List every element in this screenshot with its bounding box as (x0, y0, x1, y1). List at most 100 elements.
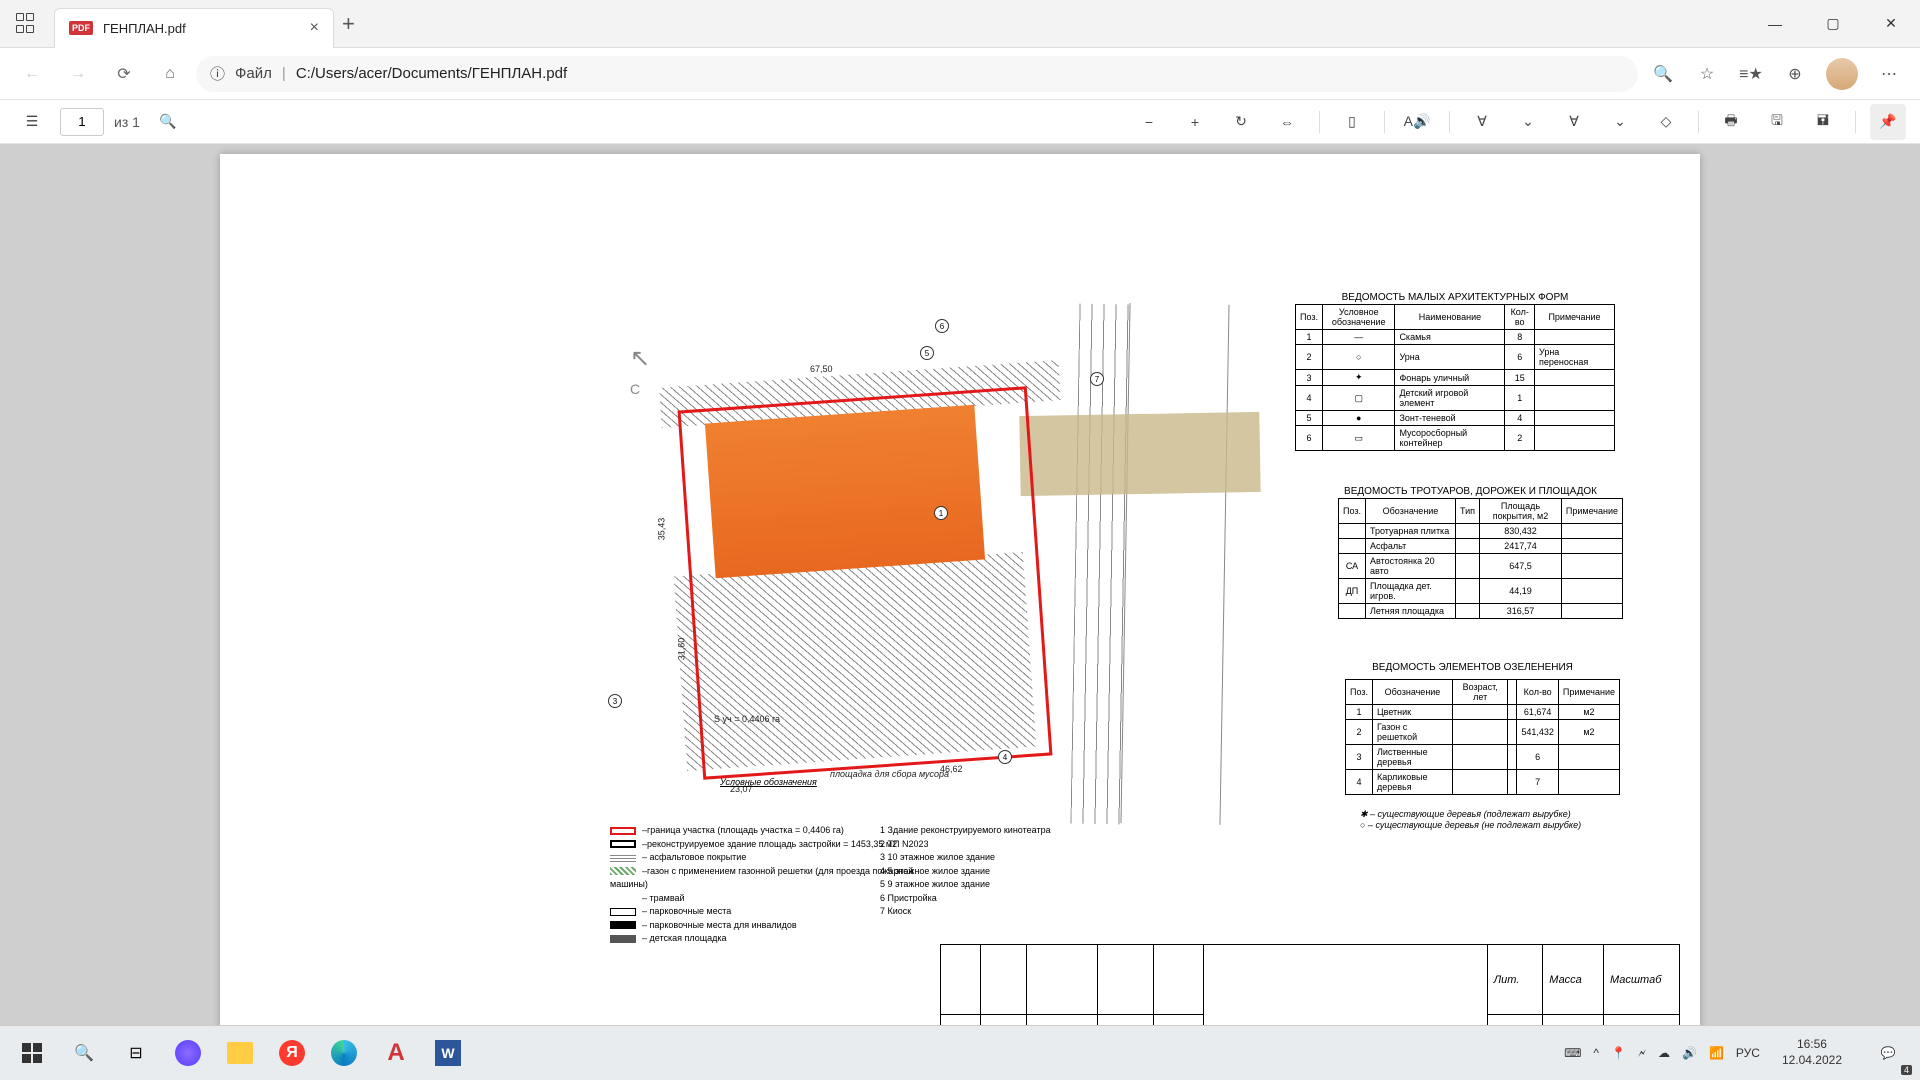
table3-title: ВЕДОМОСТЬ ЭЛЕМЕНТОВ ОЗЕЛЕНЕНИЯ (1345, 662, 1600, 673)
legend-title: Условные обозначения (720, 777, 817, 787)
volume-icon[interactable]: 🔊 (1682, 1046, 1697, 1060)
tray-chevron-icon[interactable]: ^ (1593, 1046, 1599, 1060)
task-view-button[interactable]: ⊟ (112, 1029, 160, 1077)
fit-icon[interactable]: ⇔ (1269, 104, 1305, 140)
pdf-toolbar: ☰ из 1 🔍 − + ↻ ⇔ ▯ A🔊 ∀ ⌄ ∀ ⌄ ◇ 🖶 🖫 🖬 📌 (0, 100, 1920, 144)
contents-icon[interactable]: ☰ (14, 104, 50, 140)
new-tab-button[interactable]: + (342, 11, 355, 37)
start-button[interactable] (8, 1029, 56, 1077)
highlight-icon[interactable]: ∀ (1464, 104, 1500, 140)
page-view-icon[interactable]: ▯ (1334, 104, 1370, 140)
info-icon: ⓘ (210, 63, 225, 84)
more-icon[interactable]: ⋯ (1870, 55, 1908, 93)
legend-item: 4 5 этажное жилое здание (880, 865, 1100, 879)
close-window-button[interactable]: ✕ (1862, 0, 1920, 48)
paving-hatch (1019, 412, 1260, 496)
home-button[interactable]: ⌂ (150, 54, 190, 94)
legend-item: 5 9 этажное жилое здание (880, 878, 1100, 892)
search-icon[interactable]: 🔍 (150, 104, 186, 140)
tab-title: ГЕНПЛАН.pdf (103, 21, 300, 36)
label-6: 6 (935, 319, 949, 333)
waste-label: площадка для сбора мусора (830, 769, 949, 779)
pdf-icon: PDF (69, 21, 93, 35)
chevron-down-icon[interactable]: ⌄ (1510, 104, 1546, 140)
wifi-icon[interactable]: 📶 (1709, 1046, 1724, 1060)
search-button[interactable]: 🔍 (60, 1029, 108, 1077)
pin-icon[interactable]: 📌 (1870, 104, 1906, 140)
legend-item: 2 ТП N2023 (880, 838, 1100, 852)
notifications-button[interactable]: 💬4 (1864, 1029, 1912, 1077)
location-icon[interactable]: 📍 (1611, 1046, 1626, 1060)
assistant-icon[interactable] (164, 1029, 212, 1077)
favorite-icon[interactable]: ☆ (1688, 55, 1726, 93)
onedrive-icon[interactable]: ☁ (1658, 1046, 1670, 1060)
pdf-viewport[interactable]: ↖С 1 5 7 3 4 6 67,50 35,43 31,60 46,62 2… (0, 144, 1920, 1025)
title-block: Лит. Масса Масштаб Изм. Лист № докум. По… (940, 944, 1680, 1025)
profile-avatar[interactable] (1826, 58, 1858, 90)
label-3: 3 (608, 694, 622, 708)
forward-button[interactable]: → (58, 54, 98, 94)
dim-top: 67,50 (810, 364, 833, 374)
maximize-button[interactable]: ▢ (1804, 0, 1862, 48)
collections-icon[interactable]: ⊕ (1776, 55, 1814, 93)
save-as-icon[interactable]: 🖬 (1805, 104, 1841, 140)
table2: Поз.ОбозначениеТипПлощадь покрытия, м2Пр… (1338, 498, 1623, 619)
zoom-out-icon[interactable]: − (1131, 104, 1167, 140)
legend-item: –реконструируемое здание площадь застрой… (642, 839, 897, 849)
yandex-icon[interactable]: Я (268, 1029, 316, 1077)
legend-item: –граница участка (площадь участка = 0,44… (642, 825, 844, 835)
legend-item: – парковочные места (642, 906, 731, 916)
browser-tab[interactable]: PDF ГЕНПЛАН.pdf × (54, 8, 334, 48)
tab-actions-icon[interactable] (15, 12, 39, 36)
notif-count: 4 (1901, 1065, 1912, 1075)
legend-item: –газон с применением газонной решетки (д… (610, 866, 913, 890)
print-icon[interactable]: 🖶 (1713, 104, 1749, 140)
clock[interactable]: 16:56 12.04.2022 (1772, 1037, 1852, 1068)
rotate-icon[interactable]: ↻ (1223, 104, 1259, 140)
word-icon[interactable]: W (424, 1029, 472, 1077)
clock-date: 12.04.2022 (1782, 1053, 1842, 1069)
chevron-down-icon[interactable]: ⌄ (1602, 104, 1638, 140)
label-7: 7 (1090, 372, 1104, 386)
explorer-icon[interactable] (216, 1029, 264, 1077)
legend-item: – детская площадка (642, 933, 727, 943)
page-input[interactable] (60, 108, 104, 136)
language-indicator[interactable]: РУС (1736, 1046, 1760, 1060)
save-icon[interactable]: 🖫 (1759, 104, 1795, 140)
keyboard-icon[interactable]: ⌨ (1564, 1046, 1581, 1060)
page-total: из 1 (114, 114, 140, 130)
url-input[interactable]: ⓘ Файл | C:/Users/acer/Documents/ГЕНПЛАН… (196, 56, 1638, 92)
pdf-page: ↖С 1 5 7 3 4 6 67,50 35,43 31,60 46,62 2… (220, 154, 1700, 1025)
table2-title: ВЕДОМОСТЬ ТРОТУАРОВ, ДОРОЖЕК И ПЛОЩАДОК (1338, 486, 1603, 497)
zoom-in-icon[interactable]: + (1177, 104, 1213, 140)
minimize-button[interactable]: — (1746, 0, 1804, 48)
footnote-line: ○ – существующие деревья (не подлежат вы… (1360, 820, 1581, 830)
legend-item: 7 Киоск (880, 905, 1100, 919)
back-button[interactable]: ← (12, 54, 52, 94)
draw-icon[interactable]: ∀ (1556, 104, 1592, 140)
clock-time: 16:56 (1782, 1037, 1842, 1053)
table1-title: ВЕДОМОСТЬ МАЛЫХ АРХИТЕКТУРНЫХ ФОРМ (1295, 292, 1615, 303)
building (705, 405, 985, 578)
erase-icon[interactable]: ◇ (1648, 104, 1684, 140)
area-label: S уч = 0,4406 га (714, 714, 780, 724)
footnote-line: ✱ – существующие деревья (подлежат выруб… (1360, 809, 1581, 820)
edge-icon[interactable] (320, 1029, 368, 1077)
table1: Поз.Условное обозначениеНаименованиеКол-… (1295, 304, 1615, 451)
battery-icon[interactable]: 🗲 (1638, 1046, 1646, 1061)
dim-left: 35,43 (656, 518, 666, 541)
favorites-list-icon[interactable]: ≡★ (1732, 55, 1770, 93)
titlebar: PDF ГЕНПЛАН.pdf × + — ▢ ✕ (0, 0, 1920, 48)
zoom-icon[interactable]: 🔍 (1644, 55, 1682, 93)
read-aloud-icon[interactable]: A🔊 (1399, 104, 1435, 140)
footnote: ✱ – существующие деревья (подлежат выруб… (1360, 809, 1581, 830)
legend-item: – трамвай (642, 893, 685, 903)
label-5: 5 (920, 346, 934, 360)
label-1: 1 (934, 506, 948, 520)
legend-block-2: 1 Здание реконструируемого кинотеатра 2 … (880, 824, 1100, 919)
autocad-icon[interactable]: A (372, 1029, 420, 1077)
refresh-button[interactable]: ⟳ (104, 54, 144, 94)
legend-item: 3 10 этажное жилое здание (880, 851, 1100, 865)
legend-item: – асфальтовое покрытие (642, 852, 746, 862)
close-tab-icon[interactable]: × (310, 19, 319, 37)
